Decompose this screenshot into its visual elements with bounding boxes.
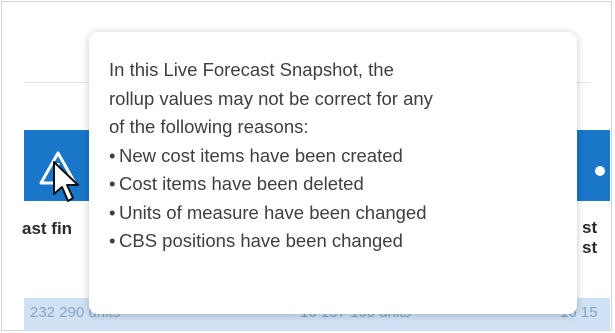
list-item: • Units of measure have been changed bbox=[109, 199, 577, 228]
column-label-right: st st bbox=[582, 218, 598, 257]
rollup-warning-tooltip: In this Live Forecast Snapshot, the roll… bbox=[89, 32, 577, 314]
bullet-icon: • bbox=[109, 144, 116, 166]
list-item: • New cost items have been created bbox=[109, 142, 577, 171]
bullet-icon: • bbox=[109, 201, 116, 223]
reason-text: New cost items have been created bbox=[119, 144, 403, 166]
bullet-icon: • bbox=[109, 230, 116, 251]
tooltip-text-line: of the following reasons: bbox=[109, 116, 309, 137]
reason-text: Units of measure have been changed bbox=[119, 201, 427, 223]
reason-text: Cost items have been deleted bbox=[119, 173, 364, 194]
mouse-pointer-icon bbox=[53, 161, 79, 202]
tooltip-text-line: In this Live Forecast Snapshot, the bbox=[109, 59, 394, 80]
tooltip-text-line: rollup values may not be correct for any bbox=[109, 87, 433, 109]
bullet-icon: • bbox=[109, 173, 116, 194]
list-item: • CBS positions have been changed bbox=[109, 227, 577, 256]
list-item: • Cost items have been deleted bbox=[109, 170, 577, 199]
reason-text: CBS positions have been changed bbox=[119, 230, 403, 251]
reason-list: • New cost items have been created • Cost … bbox=[109, 142, 577, 256]
status-dot-icon bbox=[595, 166, 605, 176]
column-label-left: ast fin bbox=[22, 219, 73, 238]
